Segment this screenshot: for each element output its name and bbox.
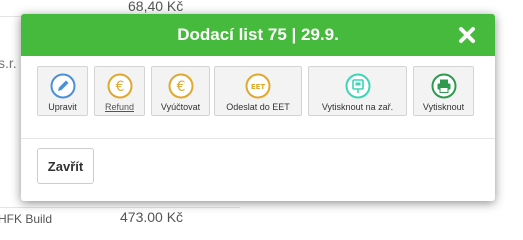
background-amount-top: 68,40 Kč	[128, 0, 184, 14]
pencil-icon	[50, 73, 75, 99]
dialog-footer-divider	[21, 138, 495, 139]
close-x-icon[interactable]	[457, 25, 477, 45]
background-company-name: HFK Build	[0, 212, 53, 226]
print-button[interactable]: Vytisknout	[413, 66, 474, 116]
delivery-note-dialog: Dodací list 75 | 29.9. Upravit € Refund	[21, 14, 495, 201]
edit-button[interactable]: Upravit	[37, 66, 88, 116]
settle-button-label: Vyúčtovat	[160, 102, 201, 112]
settle-button[interactable]: € Vyúčtovat	[151, 66, 210, 116]
euro-icon: €	[107, 73, 132, 99]
printer-icon	[431, 73, 456, 99]
svg-text:€: €	[115, 79, 124, 95]
eet-icon: EET	[245, 73, 271, 99]
print-button-label: Vytisknout	[422, 102, 465, 112]
send-eet-button-label: Odeslat do EET	[226, 102, 290, 112]
print-device-icon	[345, 73, 370, 99]
svg-text:EET: EET	[251, 83, 266, 91]
euro-icon: €	[168, 73, 193, 99]
action-toolbar: Upravit € Refund € Vyúčtovat EET Odeslat…	[21, 66, 495, 118]
send-eet-button[interactable]: EET Odeslat do EET	[214, 66, 302, 116]
background-company-fragment: s.r.	[0, 55, 17, 71]
background-divider	[0, 207, 240, 208]
print-to-device-button-label: Vytisknout na zař.	[321, 102, 394, 112]
print-to-device-button[interactable]: Vytisknout na zař.	[308, 66, 407, 116]
refund-button[interactable]: € Refund	[94, 66, 145, 116]
edit-button-label: Upravit	[48, 102, 77, 112]
dialog-title: Dodací list 75 | 29.9.	[177, 25, 339, 44]
refund-button-label[interactable]: Refund	[95, 102, 144, 112]
dialog-header: Dodací list 75 | 29.9.	[21, 14, 495, 56]
background-amount-bottom: 473.00 Kč	[120, 209, 184, 225]
svg-text:€: €	[176, 79, 185, 95]
close-button[interactable]: Zavřít	[37, 148, 94, 184]
